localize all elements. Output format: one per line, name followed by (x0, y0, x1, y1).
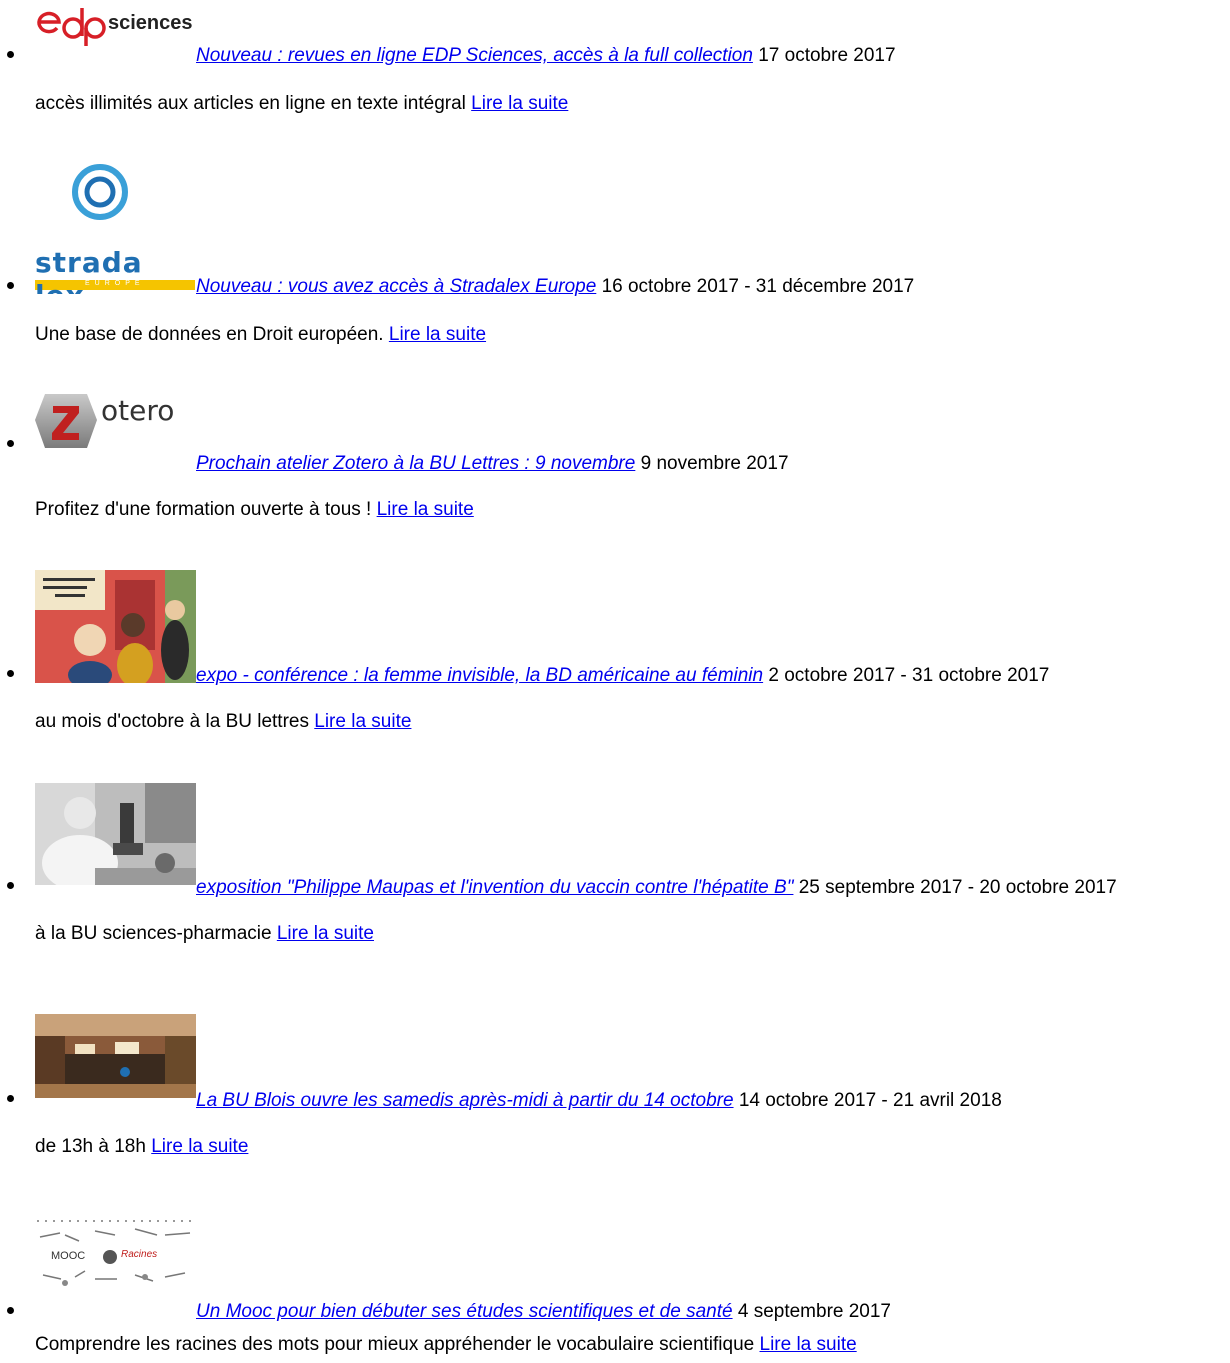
news-date: 14 octobre 2017 - 21 avril 2018 (738, 1090, 1002, 1111)
news-summary-text: au mois d'octobre à la BU lettres (35, 711, 309, 732)
zotero-logo-text: otero (101, 394, 175, 427)
list-bullet (7, 1095, 14, 1102)
news-title-link[interactable]: Nouveau : vous avez accès à Stradalex Eu… (196, 276, 596, 297)
news-summary-text: Comprendre les racines des mots pour mie… (35, 1334, 755, 1355)
news-summary-text: à la BU sciences-pharmacie (35, 923, 272, 944)
bu-blois-image[interactable] (35, 1014, 196, 1098)
news-summary-text: de 13h à 18h (35, 1136, 146, 1157)
list-bullet (7, 282, 14, 289)
news-summary-text: accès illimités aux articles en ligne en… (35, 93, 466, 114)
news-headline: Un Mooc pour bien débuter ses études sci… (196, 1300, 891, 1324)
mooc-logo-text-2: Racines (121, 1249, 158, 1260)
list-bullet (7, 1307, 14, 1314)
read-more-link[interactable]: Lire la suite (760, 1334, 857, 1355)
news-summary: au mois d'octobre à la BU lettres Lire l… (35, 710, 411, 734)
strada-lex-logo[interactable]: strada lex EUROPE (35, 162, 195, 294)
news-summary: Une base de données en Droit européen. L… (35, 323, 486, 347)
news-summary-text: Une base de données en Droit européen. (35, 324, 384, 345)
news-title-link[interactable]: exposition "Philippe Maupas et l'inventi… (196, 877, 793, 898)
read-more-link[interactable]: Lire la suite (277, 923, 374, 944)
news-headline: Nouveau : revues en ligne EDP Sciences, … (196, 44, 896, 68)
news-title-link[interactable]: Nouveau : revues en ligne EDP Sciences, … (196, 45, 753, 66)
strada-logo-sub: EUROPE (85, 280, 145, 287)
read-more-link[interactable]: Lire la suite (151, 1136, 248, 1157)
news-title-link[interactable]: expo - conférence : la femme invisible, … (196, 665, 763, 686)
mooc-racines-image[interactable]: MOOC Racines (35, 1217, 196, 1297)
news-date: 4 septembre 2017 (737, 1301, 892, 1322)
expo-maupas-image[interactable] (35, 783, 196, 885)
news-date: 9 novembre 2017 (640, 453, 789, 474)
news-headline: Prochain atelier Zotero à la BU Lettres … (196, 452, 789, 476)
list-bullet (7, 440, 14, 447)
news-summary-text: Profitez d'une formation ouverte à tous … (35, 499, 372, 520)
read-more-link[interactable]: Lire la suite (377, 499, 474, 520)
read-more-link[interactable]: Lire la suite (314, 711, 411, 732)
news-date: 16 octobre 2017 - 31 décembre 2017 (601, 276, 915, 297)
news-headline: exposition "Philippe Maupas et l'inventi… (196, 876, 1117, 900)
news-headline: La BU Blois ouvre les samedis après-midi… (196, 1089, 1002, 1113)
news-date: 25 septembre 2017 - 20 octobre 2017 (798, 877, 1117, 898)
news-title-link[interactable]: La BU Blois ouvre les samedis après-midi… (196, 1090, 734, 1111)
list-bullet (7, 51, 14, 58)
news-summary: de 13h à 18h Lire la suite (35, 1135, 248, 1159)
edp-sciences-logo[interactable]: sciences (35, 6, 205, 46)
read-more-link[interactable]: Lire la suite (471, 93, 568, 114)
news-date: 2 octobre 2017 - 31 octobre 2017 (768, 665, 1050, 686)
edp-logo-text: sciences (108, 12, 193, 34)
news-summary: Profitez d'une formation ouverte à tous … (35, 498, 474, 522)
news-headline: expo - conférence : la femme invisible, … (196, 664, 1049, 688)
news-date: 17 octobre 2017 (758, 45, 896, 66)
news-summary: à la BU sciences-pharmacie Lire la suite (35, 922, 374, 946)
news-title-link[interactable]: Un Mooc pour bien débuter ses études sci… (196, 1301, 733, 1322)
news-summary: Comprendre les racines des mots pour mie… (35, 1333, 857, 1357)
list-bullet (7, 670, 14, 677)
mooc-logo-text: MOOC (51, 1250, 86, 1262)
read-more-link[interactable]: Lire la suite (389, 324, 486, 345)
zotero-logo[interactable]: otero (35, 390, 205, 452)
news-headline: Nouveau : vous avez accès à Stradalex Eu… (196, 275, 914, 299)
list-bullet (7, 882, 14, 889)
news-summary: accès illimités aux articles en ligne en… (35, 92, 568, 116)
news-title-link[interactable]: Prochain atelier Zotero à la BU Lettres … (196, 453, 635, 474)
expo-bd-image[interactable] (35, 570, 196, 683)
